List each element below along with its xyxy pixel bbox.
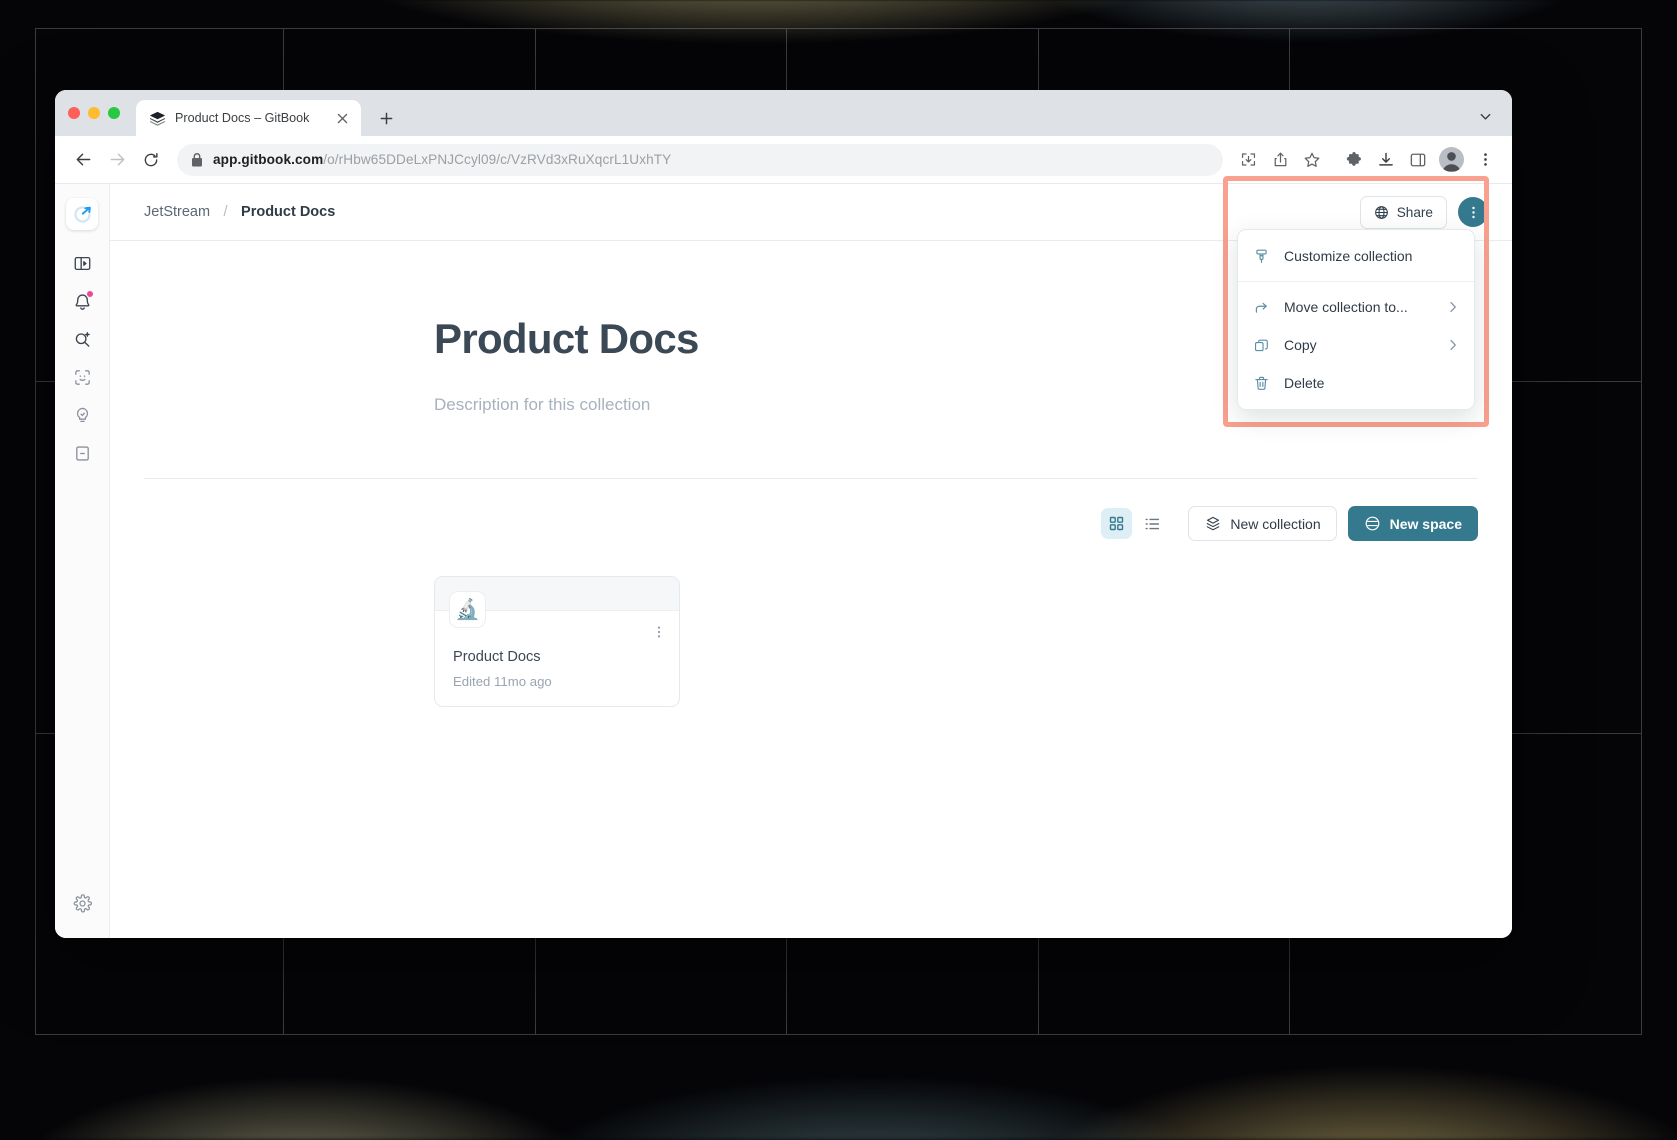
menu-item-copy[interactable]: Copy [1238,326,1474,364]
user-avatar[interactable] [1439,147,1464,172]
zoom-window-button[interactable] [108,107,120,119]
tab-strip: Product Docs – GitBook [55,90,1512,136]
jetstream-logo[interactable] [66,198,98,230]
menu-item-label: Customize collection [1284,248,1413,264]
view-mode-toggle [1101,508,1167,540]
list-icon [1144,516,1160,532]
menu-divider [1238,281,1474,282]
forward-arrow-icon[interactable] [101,144,133,176]
grid-view-button[interactable] [1101,508,1133,540]
breadcrumb-separator: / [223,204,228,220]
browser-window: Product Docs – GitBook app.gitbook.com/o… [55,90,1512,938]
back-arrow-icon[interactable] [67,144,99,176]
globe-icon [1374,205,1389,220]
url-path: /o/rHbw65DDeLxPNJCcyl09/c/VzRVd3xRuXqcrL… [323,152,672,167]
lock-icon [191,152,203,167]
notification-badge [86,290,94,298]
breadcrumb-org[interactable]: JetStream [144,204,210,220]
list-toolbar: New collection New space [110,479,1512,542]
chrome-menu-icon[interactable] [1470,145,1500,175]
collection-icon [1204,515,1221,532]
install-app-icon[interactable] [1233,145,1263,175]
new-space-button[interactable]: New space [1347,506,1478,542]
sidebar-item-insights[interactable] [65,398,99,432]
tab-title: Product Docs – GitBook [175,111,310,125]
list-view-button[interactable] [1136,508,1167,539]
menu-item-customize-collection[interactable]: Customize collection [1238,237,1474,275]
new-collection-button[interactable]: New collection [1188,506,1337,542]
lightbulb-icon [73,406,92,425]
grid-icon [1109,516,1124,531]
collection-context-menu: Customize collection Move collection to.… [1237,229,1475,410]
new-space-label: New space [1389,515,1462,532]
app-sidebar [55,184,110,938]
sidebar-item-capture[interactable] [65,360,99,394]
menu-item-label: Delete [1284,375,1325,391]
sidebar-item-settings[interactable] [65,886,99,920]
downloads-icon[interactable] [1371,145,1401,175]
panel-toggle-icon [73,254,92,273]
space-card-grid: 🔬 Product Docs Edited 11mo ago [110,541,1512,708]
menu-item-move-collection[interactable]: Move collection to... [1238,288,1474,326]
share-button-label: Share [1396,204,1433,220]
close-tab-button[interactable] [333,109,351,127]
menu-item-label: Move collection to... [1284,299,1408,315]
address-bar[interactable]: app.gitbook.com/o/rHbw65DDeLxPNJCcyl09/c… [177,143,1223,176]
new-tab-button[interactable] [371,103,401,133]
breadcrumb: JetStream / Product Docs [144,203,335,221]
search-sparkle-icon [73,330,92,349]
browser-toolbar: app.gitbook.com/o/rHbw65DDeLxPNJCcyl09/c… [55,136,1512,184]
breadcrumb-current: Product Docs [241,204,336,220]
menu-item-delete[interactable]: Delete [1238,364,1474,402]
minimize-window-button[interactable] [88,107,100,119]
bookmark-star-icon[interactable] [1297,145,1327,175]
trash-icon [1252,375,1271,392]
share-icon[interactable] [1265,145,1295,175]
side-panel-icon[interactable] [1403,145,1433,175]
topbar-actions: Share [1359,195,1488,229]
sidebar-item-ai-search[interactable] [65,322,99,356]
space-card[interactable]: 🔬 Product Docs Edited 11mo ago [434,576,680,708]
chevron-right-icon [1446,300,1460,314]
sidebar-item-sidebar-toggle[interactable] [65,246,99,280]
more-vertical-icon [1466,205,1481,220]
book-icon [73,444,92,463]
card-body: 🔬 Product Docs Edited 11mo ago [435,591,679,706]
sidebar-item-notifications[interactable] [65,284,99,318]
new-collection-label: New collection [1230,515,1321,532]
reload-icon[interactable] [135,144,167,176]
menu-item-label: Copy [1284,337,1317,353]
scan-frame-icon [73,368,92,387]
url-text: app.gitbook.com/o/rHbw65DDeLxPNJCcyl09/c… [213,152,671,167]
move-arrow-icon [1252,299,1271,316]
share-button[interactable]: Share [1359,195,1447,229]
space-icon [1364,515,1381,532]
close-window-button[interactable] [68,107,80,119]
chevron-right-icon [1446,338,1460,352]
sidebar-item-docs[interactable] [65,436,99,470]
card-menu-button[interactable] [648,621,670,643]
extensions-puzzle-icon[interactable] [1339,145,1369,175]
space-emoji-icon: 🔬 [449,591,486,629]
browser-tab[interactable]: Product Docs – GitBook [136,100,361,136]
card-meta: Edited 11mo ago [453,674,552,690]
url-domain: app.gitbook.com [213,152,324,167]
collection-menu-button[interactable] [1458,197,1488,227]
gitbook-stack-icon [149,110,166,127]
chevron-down-icon[interactable] [1472,103,1498,129]
gear-icon [73,893,92,913]
copy-icon [1252,337,1271,354]
window-controls [68,90,136,136]
paint-brush-icon [1252,248,1271,265]
